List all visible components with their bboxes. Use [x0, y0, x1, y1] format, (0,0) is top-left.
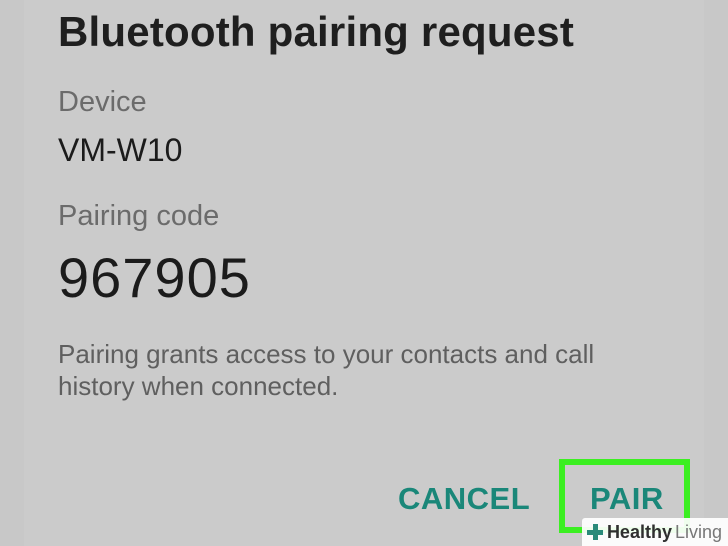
dialog-title: Bluetooth pairing request [58, 8, 575, 55]
screen-frame: Bluetooth pairing request Device VM-W10 … [0, 0, 728, 546]
watermark-badge: Healthy Living [581, 518, 728, 546]
cancel-button[interactable]: CANCEL [398, 481, 530, 517]
plus-icon [586, 523, 604, 541]
watermark-brand-light: Living [674, 521, 722, 542]
pair-button[interactable]: PAIR [590, 481, 664, 517]
pairing-code-value: 967905 [58, 246, 251, 309]
pairing-code-label: Pairing code [58, 200, 220, 232]
pairing-description: Pairing grants access to your contacts a… [58, 339, 595, 401]
device-value: VM-W10 [58, 132, 183, 168]
watermark-brand-strong: Healthy [606, 521, 672, 542]
device-label: Device [58, 86, 147, 118]
